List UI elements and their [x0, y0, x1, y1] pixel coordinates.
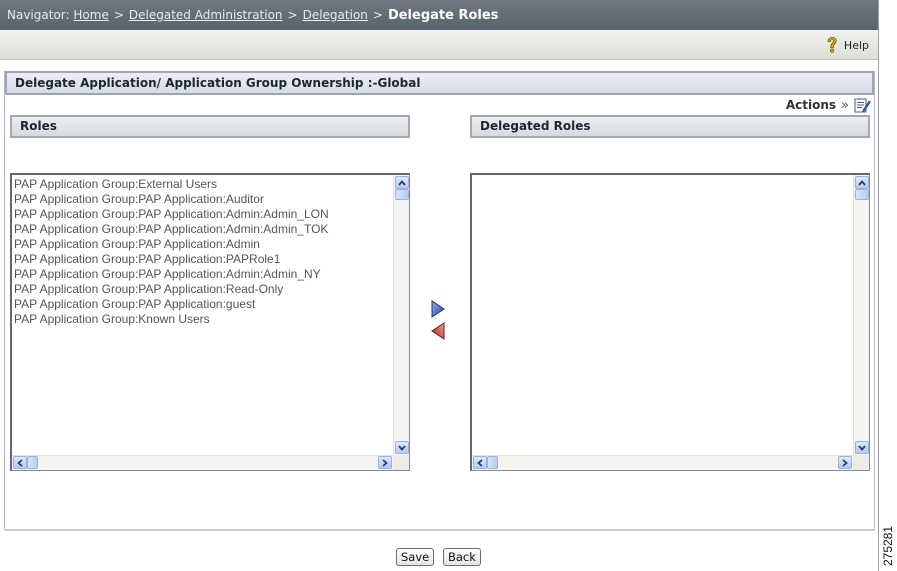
scroll-left-button[interactable] — [13, 456, 27, 469]
breadcrumb-current: Delegate Roles — [387, 8, 499, 23]
chevron-left-icon — [17, 458, 23, 467]
figure-id: 275281 — [881, 525, 895, 566]
scroll-up-button[interactable] — [395, 176, 409, 189]
list-item[interactable]: PAP Application Group:PAP Application:Au… — [14, 192, 391, 207]
breadcrumb-delegation[interactable]: Delegation — [303, 8, 368, 22]
delegated-roles-header: Delegated Roles — [470, 115, 870, 138]
scrollbar-corner — [393, 455, 409, 470]
scroll-left-button[interactable] — [473, 456, 487, 469]
scrollbar-corner — [853, 455, 869, 470]
list-item[interactable]: PAP Application Group:PAP Application:PA… — [14, 252, 391, 267]
list-item[interactable]: PAP Application Group:PAP Application:Ad… — [14, 207, 391, 222]
roles-listbox[interactable]: PAP Application Group:External Users PAP … — [10, 173, 410, 471]
scroll-down-button[interactable] — [395, 441, 409, 454]
scroll-right-button[interactable] — [378, 456, 392, 469]
footer-divider — [4, 529, 875, 531]
actions-menu[interactable]: Actions » — [786, 96, 871, 114]
breadcrumb-separator: > — [287, 8, 298, 22]
panel-title: Delegate Application/ Application Group … — [5, 71, 874, 95]
scroll-right-button[interactable] — [838, 456, 852, 469]
toolbar: Help — [0, 30, 879, 60]
chevron-right-icon: » — [841, 97, 849, 113]
navigator-bar: Navigator: Home > Delegated Administration… — [0, 0, 879, 30]
chevron-right-icon — [382, 458, 388, 467]
breadcrumb-home[interactable]: Home — [73, 8, 108, 22]
navigator-prefix: Navigator: — [7, 8, 70, 22]
delegated-vertical-scrollbar[interactable] — [853, 175, 869, 455]
chevron-up-icon — [398, 179, 406, 186]
list-item[interactable]: PAP Application Group:PAP Application:Re… — [14, 282, 391, 297]
delegated-roles-listbox[interactable] — [470, 173, 870, 471]
list-item[interactable]: PAP Application Group:External Users — [14, 177, 391, 192]
help-button[interactable]: Help — [824, 36, 869, 54]
scroll-down-button[interactable] — [855, 441, 869, 454]
actions-label: Actions — [785, 98, 837, 112]
roles-header: Roles — [10, 115, 410, 138]
remove-role-arrow-icon[interactable] — [430, 322, 446, 340]
help-label: Help — [843, 38, 869, 52]
scroll-thumb[interactable] — [855, 189, 869, 200]
scroll-thumb[interactable] — [487, 456, 498, 469]
chevron-up-icon — [858, 179, 866, 186]
roles-vertical-scrollbar[interactable] — [393, 175, 409, 455]
app-window: Navigator: Home > Delegated Administration… — [0, 0, 879, 571]
delegated-horizontal-scrollbar[interactable] — [472, 455, 853, 470]
chevron-down-icon — [858, 444, 866, 451]
scroll-thumb[interactable] — [395, 189, 409, 200]
question-mark-icon — [827, 37, 837, 53]
scroll-thumb[interactable] — [27, 456, 38, 469]
scroll-up-button[interactable] — [855, 176, 869, 189]
breadcrumb-delegated-administration[interactable]: Delegated Administration — [129, 8, 283, 22]
frame-border — [878, 0, 879, 571]
chevron-right-icon — [842, 458, 848, 467]
add-role-arrow-icon[interactable] — [430, 300, 446, 318]
chevron-left-icon — [477, 458, 483, 467]
chevron-down-icon — [398, 444, 406, 451]
delegate-panel: Delegate Application/ Application Group … — [4, 71, 875, 531]
breadcrumb-separator: > — [372, 8, 383, 22]
roles-list: PAP Application Group:External Users PAP … — [14, 177, 391, 327]
back-button[interactable]: Back — [443, 548, 481, 566]
list-item[interactable]: PAP Application Group:PAP Application:Ad… — [14, 222, 391, 237]
list-item[interactable]: PAP Application Group:PAP Application:gu… — [14, 297, 391, 312]
list-item[interactable]: PAP Application Group:PAP Application:Ad… — [14, 267, 391, 282]
list-item[interactable]: PAP Application Group:Known Users — [14, 312, 391, 327]
breadcrumb-separator: > — [113, 8, 124, 22]
save-button[interactable]: Save — [396, 548, 435, 566]
list-item[interactable]: PAP Application Group:PAP Application:Ad… — [14, 237, 391, 252]
edit-note-icon — [854, 98, 871, 113]
roles-horizontal-scrollbar[interactable] — [12, 455, 393, 470]
